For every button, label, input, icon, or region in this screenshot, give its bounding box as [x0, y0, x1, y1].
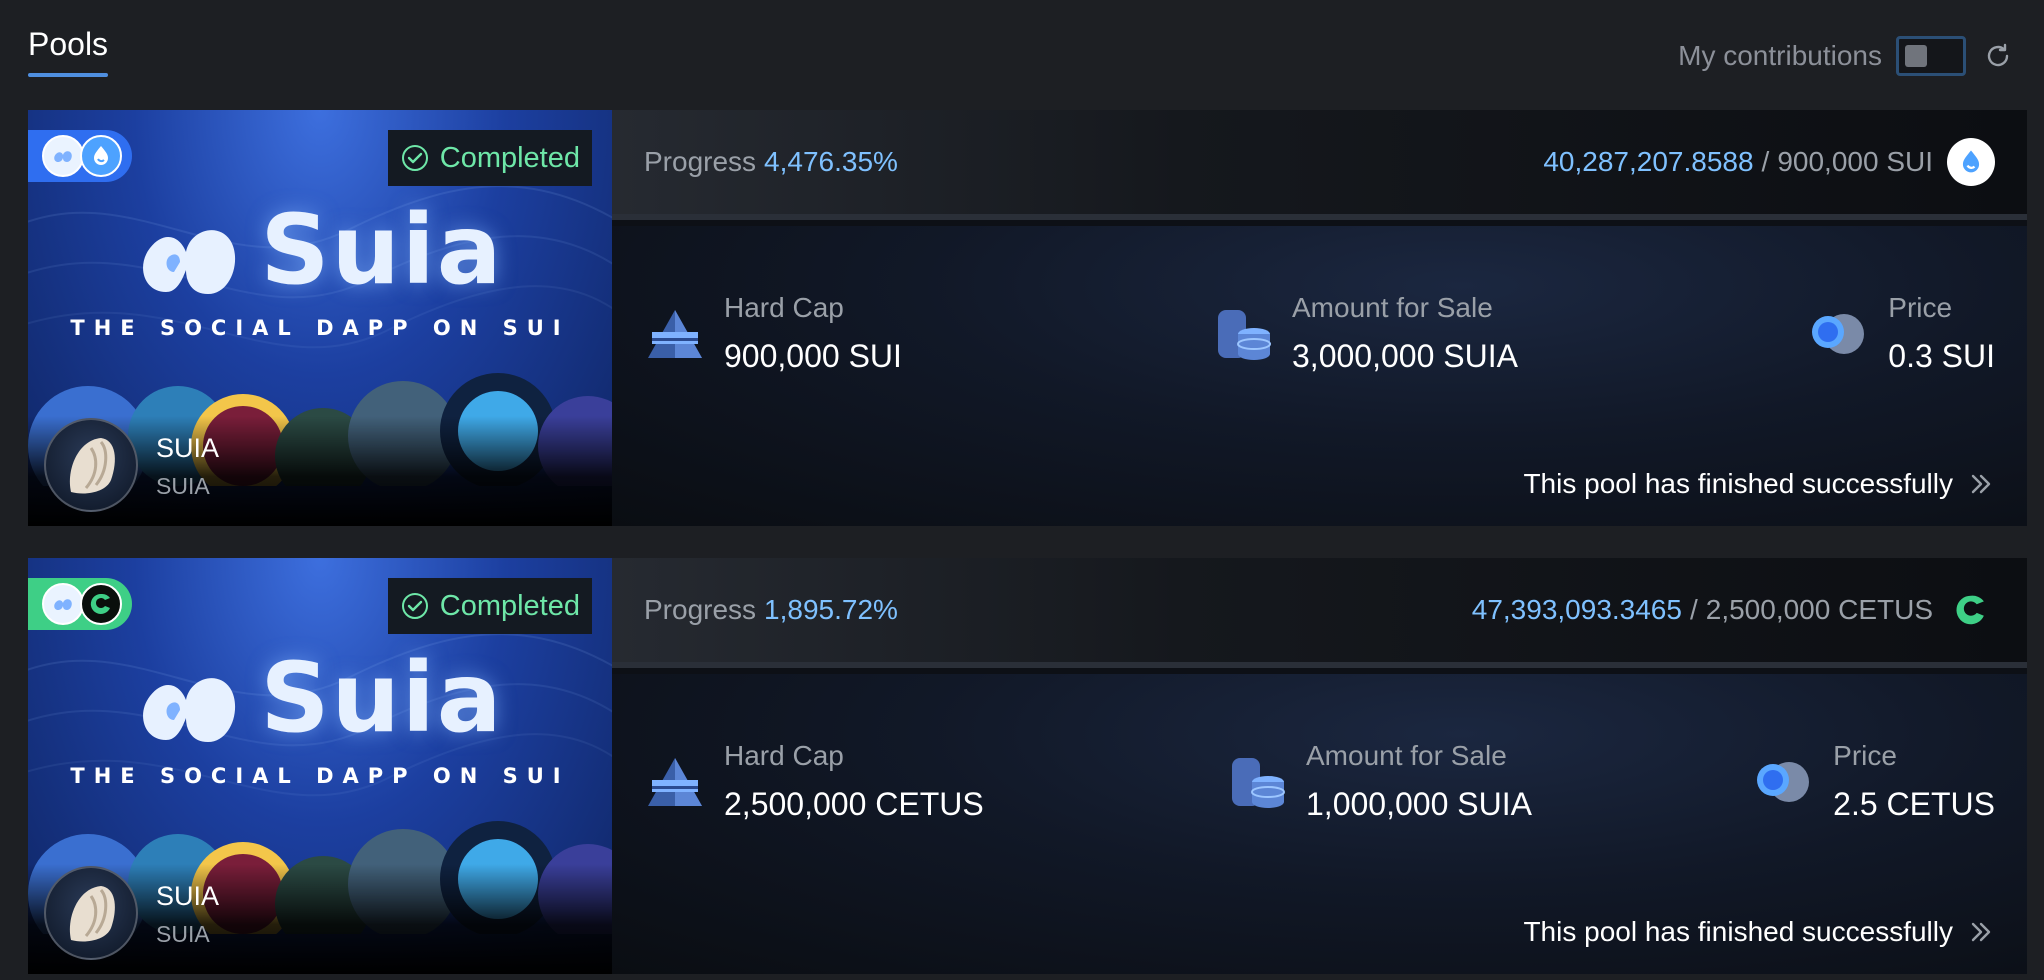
amount-for-sale-value: 3,000,000 SUIA [1292, 338, 1518, 374]
banner-logo-word: Suia [260, 642, 504, 754]
hard-cap-label: Hard Cap [724, 740, 844, 771]
progress-label: Progress [644, 146, 757, 177]
double-chevron-right-icon [1971, 922, 1991, 942]
suia-logo-icon [143, 678, 236, 742]
cetus-icon [80, 583, 122, 625]
cetus-icon [1947, 586, 1995, 634]
coin-stack-icon [1812, 314, 1865, 354]
token-symbol: SUIA [156, 921, 210, 947]
amount-for-sale-value: 1,000,000 SUIA [1306, 786, 1532, 822]
pool-stats: Hard Cap 900,000 SUI Amount for Sale 3,0… [612, 226, 2027, 526]
hard-cap-stat: Hard Cap 2,500,000 CETUS [644, 740, 984, 823]
chain-badges [28, 130, 132, 182]
contributions-filter: My contributions [1678, 36, 2016, 76]
banner-logo-word: Suia [260, 194, 504, 306]
amount-for-sale-stat: Amount for Sale 1,000,000 SUIA [1226, 740, 1532, 823]
amount-for-sale-label: Amount for Sale [1306, 740, 1507, 771]
raised-current: 40,287,207.8588 [1543, 146, 1754, 177]
token-symbol: SUIA [156, 473, 210, 499]
progress-value: 1,895.72% [764, 594, 898, 625]
progress-row: Progress 1,895.72% 47,393,093.3465 / 2,5… [612, 558, 2027, 668]
price-stat: Price 2.5 CETUS [1753, 740, 1995, 823]
refresh-icon[interactable] [1980, 38, 2016, 74]
amount-for-sale-stat: Amount for Sale 3,000,000 SUIA [1212, 292, 1518, 375]
pools-page: Pools My contributions Completed Suia TH… [0, 0, 2044, 980]
status-text: Completed [439, 589, 580, 622]
price-value: 2.5 CETUS [1833, 786, 1995, 822]
price-value: 0.3 SUI [1888, 338, 1995, 374]
shell-icon [69, 438, 115, 494]
raised-target: 900,000 SUI [1777, 146, 1933, 177]
token-name: SUIA [156, 433, 220, 463]
database-icon [1232, 758, 1285, 808]
pool-banner: Completed Suia THE SOCIAL DAPP ON SUI SU… [28, 558, 612, 974]
contributions-toggle[interactable] [1896, 36, 1966, 76]
status-badge: Completed [387, 578, 592, 634]
pool-card[interactable]: Completed Suia THE SOCIAL DAPP ON SUI SU… [28, 110, 2027, 526]
price-stat: Price 0.3 SUI [1808, 292, 1995, 375]
raised-amount: 40,287,207.8588 / 900,000 SUI [1543, 138, 1995, 186]
progress-label: Progress [644, 594, 757, 625]
token-avatar [44, 866, 138, 960]
pyramid-icon [648, 758, 702, 806]
hard-cap-value: 900,000 SUI [724, 338, 902, 374]
tab-pools[interactable]: Pools [28, 26, 108, 63]
raised-target: 2,500,000 CETUS [1705, 594, 1933, 625]
coin-stack-icon [1757, 762, 1810, 802]
amount-for-sale-label: Amount for Sale [1292, 292, 1493, 323]
token-avatar [44, 418, 138, 512]
double-chevron-right-icon [1971, 474, 1991, 494]
sui-icon [80, 135, 122, 177]
banner-logo: Suia THE SOCIAL DAPP ON SUI [28, 642, 612, 788]
progress-value: 4,476.35% [764, 146, 898, 177]
contributions-label: My contributions [1678, 40, 1882, 71]
pool-card[interactable]: Completed Suia THE SOCIAL DAPP ON SUI SU… [28, 558, 2027, 974]
pool-finished-text: This pool has finished successfully [1523, 468, 1953, 499]
status-text: Completed [439, 141, 580, 174]
pool-banner: Completed Suia THE SOCIAL DAPP ON SUI SU… [28, 110, 612, 526]
pool-info: Progress 4,476.35% 40,287,207.8588 / 900… [612, 110, 2027, 526]
toggle-knob [1905, 45, 1927, 67]
sui-icon [1947, 138, 1995, 186]
hard-cap-value: 2,500,000 CETUS [724, 786, 984, 822]
raised-separator: / [1689, 594, 1698, 625]
pool-finished-link[interactable]: This pool has finished successfully [1523, 916, 1995, 948]
check-circle-icon [401, 593, 428, 619]
raised-separator: / [1761, 146, 1770, 177]
pool-stats: Hard Cap 2,500,000 CETUS Amount for Sale [612, 674, 2027, 974]
pyramid-icon [648, 310, 702, 358]
pools-header: Pools My contributions [28, 0, 2016, 110]
suia-logo-icon [143, 230, 236, 294]
suia-icon [42, 583, 84, 625]
tab-active-indicator [28, 73, 108, 77]
banner-logo: Suia THE SOCIAL DAPP ON SUI [28, 194, 612, 340]
suia-icon [42, 135, 84, 177]
progress-row: Progress 4,476.35% 40,287,207.8588 / 900… [612, 110, 2027, 220]
check-circle-icon [401, 145, 428, 171]
raised-amount: 47,393,093.3465 / 2,500,000 CETUS [1472, 586, 1995, 634]
token-name: SUIA [156, 881, 220, 911]
shell-icon [69, 886, 115, 942]
database-icon [1218, 310, 1271, 360]
raised-current: 47,393,093.3465 [1471, 594, 1682, 625]
hard-cap-label: Hard Cap [724, 292, 844, 323]
status-badge: Completed [387, 130, 592, 186]
pool-finished-text: This pool has finished successfully [1523, 916, 1953, 947]
pool-finished-link[interactable]: This pool has finished successfully [1523, 468, 1995, 500]
price-label: Price [1888, 292, 1953, 323]
hard-cap-stat: Hard Cap 900,000 SUI [644, 292, 902, 375]
pool-info: Progress 1,895.72% 47,393,093.3465 / 2,5… [612, 558, 2027, 974]
chain-badges [28, 578, 132, 630]
price-label: Price [1833, 740, 1897, 771]
